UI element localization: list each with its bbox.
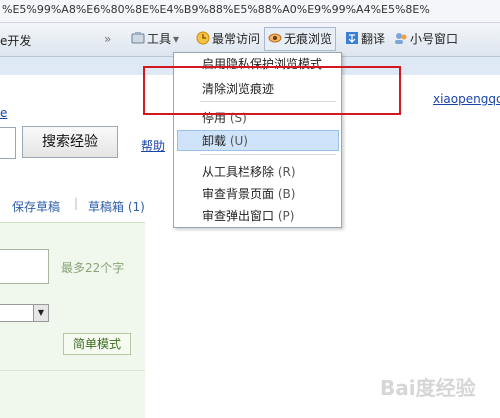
menu-item-remove-key: (R) <box>277 165 296 179</box>
menu-item-inspect-bg-label: 审查背景页面 <box>202 187 275 201</box>
menu-item-inspect-background[interactable]: 审查背景页面 (B) <box>202 185 295 202</box>
menu-item-uninstall-label: 卸载 <box>202 134 227 148</box>
char-limit-hint: 最多22个字 <box>61 261 125 275</box>
address-bar[interactable]: %E5%99%A8%E6%80%8E%E4%B9%88%E5%88%A0%E9%… <box>0 0 500 23</box>
tools-label: 工具 <box>147 32 172 46</box>
tools-icon <box>131 32 145 44</box>
incognito-label: 无痕浏览 <box>284 32 333 46</box>
edge-link[interactable]: e <box>0 106 7 120</box>
menu-item-inspect-popup-key: (P) <box>277 209 295 223</box>
tools-menu-button[interactable]: 工具 ▾ <box>128 28 182 50</box>
chevron-down-icon: ▾ <box>173 32 180 46</box>
menu-item-remove-from-toolbar[interactable]: 从工具栏移除 (R) <box>202 163 296 180</box>
incognito-eye-icon <box>268 33 282 43</box>
menu-item-remove-label: 从工具栏移除 <box>202 165 275 179</box>
incognito-button[interactable]: 无痕浏览 <box>264 27 337 51</box>
account-window-label: 小号窗口 <box>410 32 459 46</box>
overflow-chevron-icon[interactable]: » <box>104 32 111 46</box>
user-link[interactable]: xiaopengqcx <box>433 92 500 106</box>
menu-item-uninstall-key: (U) <box>229 134 248 148</box>
save-draft-link[interactable]: 保存草稿 <box>12 198 60 215</box>
panel-divider <box>0 370 145 371</box>
menu-item-inspect-popup[interactable]: 审查弹出窗口 (P) <box>202 207 294 224</box>
frequent-visits-button[interactable]: 最常访问 <box>193 28 263 50</box>
simple-mode-button[interactable]: 简单模式 <box>63 333 131 355</box>
translate-icon <box>346 32 358 44</box>
translate-label: 翻译 <box>361 32 386 46</box>
dropdown-arrow-icon: ▼ <box>33 305 48 321</box>
drafts-link[interactable]: 草稿箱 (1) <box>88 198 145 215</box>
baidu-watermark: Bai度经验 <box>380 376 476 400</box>
menu-item-inspect-popup-label: 审查弹出窗口 <box>202 209 275 223</box>
menu-item-uninstall[interactable]: 卸载 (U) <box>202 132 248 149</box>
frequent-visits-label: 最常访问 <box>212 32 261 46</box>
title-input[interactable] <box>0 249 49 284</box>
search-experience-button[interactable]: 搜索经验 <box>22 126 118 158</box>
secondary-account-window-button[interactable]: 小号窗口 <box>391 28 461 50</box>
user-icon <box>395 33 407 44</box>
menu-separator <box>200 154 336 155</box>
help-link[interactable]: 帮助 <box>141 137 165 154</box>
menu-item-inspect-bg-key: (B) <box>277 187 296 201</box>
toolbar-left-text[interactable]: e开发 <box>0 32 31 49</box>
category-select[interactable]: ▼ <box>0 304 49 322</box>
translate-button[interactable]: 翻译 <box>342 28 388 50</box>
frequent-visits-icon <box>196 31 210 45</box>
address-text: %E5%99%A8%E6%80%8E%E4%B9%88%E5%88%A0%E9%… <box>2 3 430 16</box>
search-input[interactable] <box>0 127 16 159</box>
tab-divider: | <box>74 196 79 210</box>
highlight-annotation-box <box>143 66 401 115</box>
